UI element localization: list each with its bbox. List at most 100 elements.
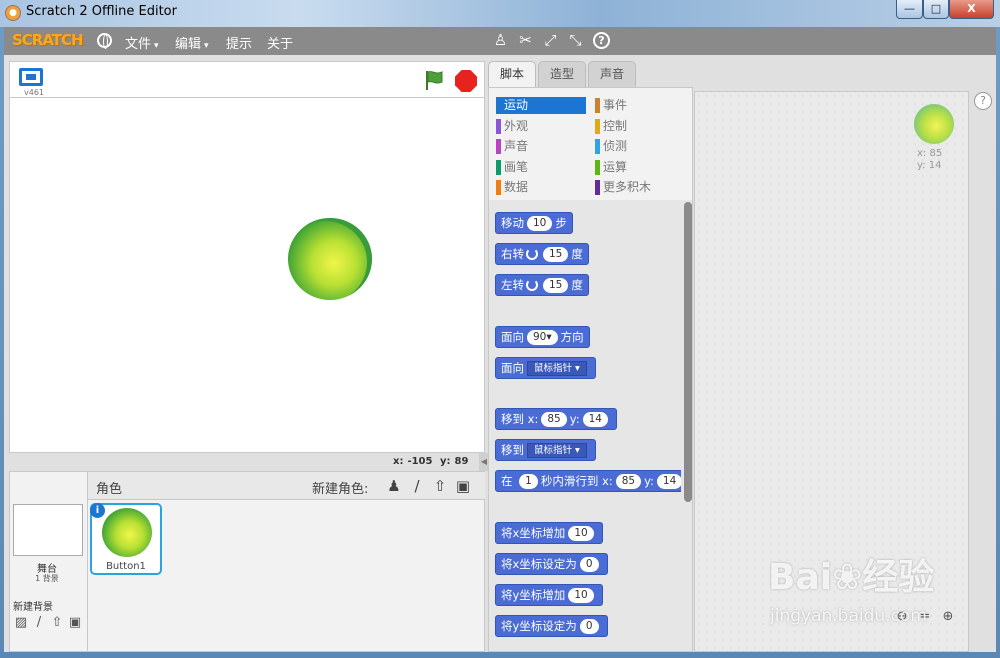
blocks-list: 移动 10 步 右转 15 度 左转 15 度 面向 90▾ 方向 面向 鼠标指针 ▾ 移到 x:… — [489, 202, 681, 650]
menu-tips[interactable]: 提示 — [226, 33, 252, 52]
backdrop-library-icon[interactable]: ▨ — [13, 615, 29, 631]
block-change-y[interactable]: 将y坐标增加 10 — [495, 584, 603, 606]
block-turn-right[interactable]: 右转 15 度 — [495, 243, 589, 265]
category-sound[interactable]: 声音 — [496, 138, 586, 155]
mouse-x-label: x: — [393, 456, 404, 467]
grow-icon[interactable]: ⤢ — [542, 32, 559, 49]
block-move-steps[interactable]: 移动 10 步 — [495, 212, 573, 234]
rotate-counterclockwise-icon — [526, 279, 538, 291]
block-set-y[interactable]: 将y坐标设定为 0 — [495, 615, 608, 637]
info-icon[interactable]: i — [90, 503, 105, 518]
block-glide[interactable]: 在 1 秒内滑行到 x: 85 y: 14 — [495, 470, 681, 492]
category-events[interactable]: 事件 — [595, 97, 685, 114]
y-input[interactable]: 14 — [656, 474, 681, 489]
sprites-panel: 舞台 1 背景 新建背景 ▨ / ⇧ ▣ 角色 新建角色: ♟ / ⇧ ▣ i … — [9, 471, 485, 652]
block-text: 度 — [571, 247, 583, 261]
menu-edit-label: 编辑 — [175, 37, 202, 52]
menu-about[interactable]: 关于 — [267, 33, 293, 52]
minimize-button[interactable]: — — [896, 0, 923, 19]
help-question-icon[interactable]: ? — [593, 32, 610, 49]
shrink-icon[interactable]: ⤡ — [567, 32, 584, 49]
category-label: 控制 — [603, 119, 628, 133]
value-input[interactable]: 0 — [579, 619, 599, 634]
value-input[interactable]: 10 — [568, 588, 594, 603]
block-go-to[interactable]: 移到 鼠标指针 ▾ — [495, 439, 596, 461]
degrees-input[interactable]: 15 — [543, 278, 569, 293]
backdrop-paint-icon[interactable]: / — [31, 615, 47, 631]
block-turn-left[interactable]: 左转 15 度 — [495, 274, 589, 296]
value-input[interactable]: 10 — [568, 526, 594, 541]
sprite-x-readout: x: 85 — [917, 148, 942, 159]
language-globe-icon[interactable] — [97, 33, 112, 49]
stop-sign-icon[interactable] — [455, 70, 477, 92]
tab-sounds[interactable]: 声音 — [588, 61, 636, 87]
tab-scripts[interactable]: 脚本 — [488, 61, 536, 87]
green-flag-icon[interactable] — [423, 69, 445, 91]
duplicate-stamp-icon[interactable]: ♙ — [492, 32, 509, 49]
backdrop-upload-icon[interactable]: ⇧ — [49, 615, 65, 631]
category-control[interactable]: 控制 — [595, 118, 685, 135]
block-go-to-xy[interactable]: 移到 x: 85 y: 14 — [495, 408, 617, 430]
backdrop-camera-icon[interactable]: ▣ — [67, 615, 83, 631]
category-label: 侦测 — [603, 139, 628, 153]
category-label: 声音 — [504, 139, 529, 153]
zoom-out-icon[interactable]: ⊖ — [894, 609, 910, 625]
y-input[interactable]: 14 — [582, 412, 608, 427]
x-label: x: — [602, 474, 613, 488]
close-button[interactable]: X — [949, 0, 994, 19]
block-change-x[interactable]: 将x坐标增加 10 — [495, 522, 603, 544]
window-bottom-edge — [0, 652, 1000, 658]
block-text: 移到 — [501, 443, 524, 457]
x-input[interactable]: 85 — [541, 412, 567, 427]
seconds-input[interactable]: 1 — [519, 474, 538, 489]
maximize-button[interactable]: □ — [923, 0, 949, 19]
zoom-in-icon[interactable]: ⊕ — [940, 609, 956, 625]
steps-input[interactable]: 10 — [527, 216, 553, 231]
menu-file[interactable]: 文件 ▾ — [125, 33, 159, 52]
block-point-towards[interactable]: 面向 鼠标指针 ▾ — [495, 357, 596, 379]
choose-from-library-icon[interactable]: ♟ — [385, 477, 403, 495]
x-label: x: — [527, 412, 539, 426]
scripts-area[interactable]: x: 85 y: 14 ⊖ = ⊕ — [694, 91, 969, 652]
rotate-clockwise-icon — [526, 248, 538, 260]
block-set-x[interactable]: 将x坐标设定为 0 — [495, 553, 608, 575]
mouse-coordinates: x: -105 y: 89 — [393, 456, 472, 467]
x-input[interactable]: 85 — [615, 474, 642, 489]
stage-thumbnail[interactable] — [13, 504, 83, 556]
category-looks[interactable]: 外观 — [496, 118, 586, 135]
delete-scissors-icon[interactable]: ✂ — [517, 32, 534, 49]
zoom-reset-icon[interactable]: = — [917, 609, 933, 625]
value-input[interactable]: 0 — [579, 557, 599, 572]
category-label: 运动 — [504, 98, 529, 112]
chevron-down-icon: ▾ — [204, 41, 209, 51]
category-more-blocks[interactable]: 更多积木 — [595, 179, 685, 196]
stage-canvas[interactable] — [9, 97, 485, 453]
block-text: 方向 — [560, 330, 584, 344]
fullscreen-icon[interactable] — [19, 68, 43, 86]
block-point-in-direction[interactable]: 面向 90▾ 方向 — [495, 326, 590, 348]
stage-sprite-button1[interactable] — [288, 218, 372, 300]
category-operators[interactable]: 运算 — [595, 159, 685, 176]
camera-icon[interactable]: ▣ — [454, 477, 472, 495]
palette-scrollbar[interactable] — [684, 202, 692, 502]
degrees-input[interactable]: 15 — [543, 247, 569, 262]
upload-icon[interactable]: ⇧ — [431, 477, 449, 495]
category-pen[interactable]: 画笔 — [496, 159, 586, 176]
block-text: 移动 — [501, 216, 524, 230]
category-sensing[interactable]: 侦测 — [595, 138, 685, 155]
block-help-icon[interactable]: ? — [974, 92, 992, 110]
paint-brush-icon[interactable]: / — [408, 477, 426, 495]
target-dropdown[interactable]: 鼠标指针 ▾ — [527, 361, 587, 376]
scratch-logo[interactable]: SCRATCH — [12, 31, 84, 49]
sprite-tile-button1[interactable]: i Button1 — [90, 503, 162, 575]
category-label: 运算 — [603, 160, 628, 174]
direction-input[interactable]: 90▾ — [527, 330, 558, 345]
chevron-down-icon: ▾ — [154, 41, 159, 51]
category-label: 画笔 — [504, 160, 529, 174]
menu-edit[interactable]: 编辑 ▾ — [175, 33, 209, 52]
category-motion[interactable]: 运动 — [496, 97, 586, 114]
category-data[interactable]: 数据 — [496, 179, 586, 196]
tab-costumes[interactable]: 造型 — [538, 61, 586, 87]
target-dropdown[interactable]: 鼠标指针 ▾ — [527, 443, 587, 458]
block-text: 左转 — [501, 278, 524, 292]
